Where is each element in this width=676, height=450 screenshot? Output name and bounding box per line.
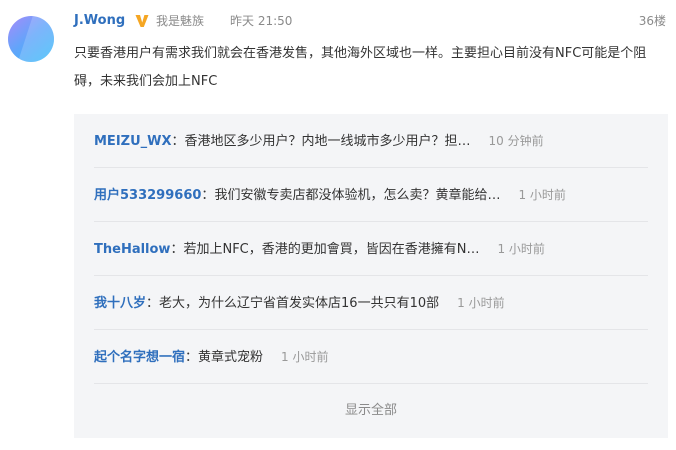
reply-username-link[interactable]: 起个名字想一宿 [94,350,185,365]
reply-text[interactable]: 香港地区多少用户？内地一线城市多少用户？担… [185,134,471,149]
floor-number: 36楼 [638,14,666,28]
reply-text[interactable]: 黄章式宠粉 [198,350,263,365]
reply-separator: ： [171,134,185,149]
reply-text[interactable]: 我们安徽专卖店都没体验机，怎么卖？黄章能给… [214,188,500,203]
reply-item: TheHallow：若加上NFC，香港的更加會買，皆因在香港擁有N… 1 小时前 [94,222,648,276]
reply-text[interactable]: 若加上NFC，香港的更加會買，皆因在香港擁有N… [183,242,479,257]
reply-time: 1 小时前 [518,188,566,202]
reply-username-link[interactable]: 我十八岁 [94,296,146,311]
avatar[interactable] [8,16,54,62]
reply-item: MEIZU_WX：香港地区多少用户？内地一线城市多少用户？担… 10 分钟前 [94,114,648,168]
reply-separator: ： [185,350,199,365]
reply-separator: ： [146,296,160,311]
reply-separator: ： [170,242,184,257]
replies-container: MEIZU_WX：香港地区多少用户？内地一线城市多少用户？担… 10 分钟前 用户… [74,114,668,438]
show-all-link[interactable]: 显示全部 [74,400,668,422]
username-link[interactable]: J.Wong [74,12,125,30]
reply-item: 用户533299660：我们安徽专卖店都没体验机，怎么卖？黄章能给… 1 小时前 [94,168,648,222]
post-text: 只要香港用户有需求我们就会在香港发售，其他海外区域也一样。主要担心目前没有NFC… [74,46,647,89]
reply-item: 起个名字想一宿：黄章式宠粉 1 小时前 [94,330,648,384]
reply-time: 10 分钟前 [488,134,544,148]
reply-separator: ： [201,188,215,203]
reply-text[interactable]: 老大，为什么辽宁省首发实体店16一共只有10部 [159,296,439,311]
post-timestamp: 昨天 21:50 [230,14,293,28]
user-tag: 我是魅族 [156,14,205,28]
reply-time: 1 小时前 [281,350,329,364]
reply-item: 我十八岁：老大，为什么辽宁省首发实体店16一共只有10部 1 小时前 [94,276,648,330]
reply-username-link[interactable]: TheHallow [94,242,170,257]
post-header: J.Wong 我是魅族 昨天 21:50 36楼 [74,12,668,30]
reply-username-link[interactable]: 用户533299660 [94,188,201,203]
verified-v-icon [135,15,149,27]
reply-time: 1 小时前 [497,242,545,256]
reply-username-link[interactable]: MEIZU_WX [94,134,172,149]
reply-time: 1 小时前 [457,296,505,310]
